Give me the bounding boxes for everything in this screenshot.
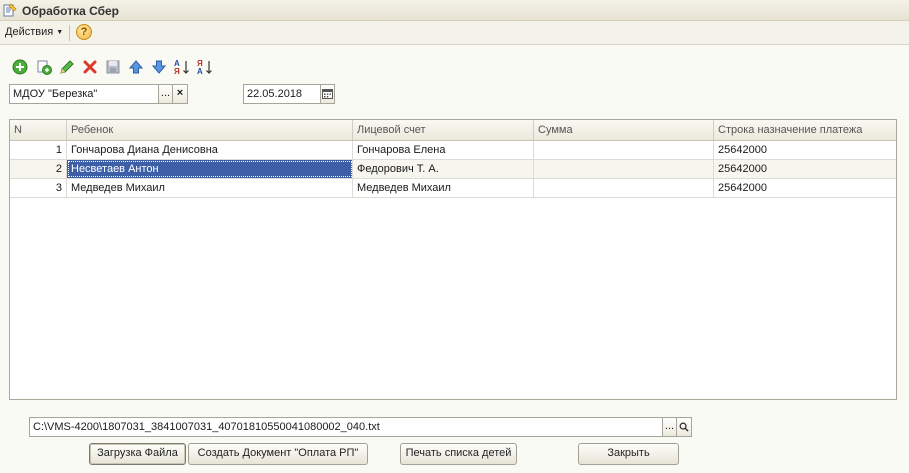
cell-purpose: 25642000: [718, 182, 767, 194]
cell-account: Гончарова Елена: [353, 141, 534, 159]
file-open-button[interactable]: [676, 417, 692, 437]
organization-input[interactable]: МДОУ "Березка": [9, 84, 159, 104]
column-header-purpose[interactable]: Строка назначение платежа: [714, 120, 896, 140]
organization-select-button[interactable]: ...: [158, 84, 173, 104]
sort-desc-icon[interactable]: ЯА: [196, 58, 214, 76]
calendar-button[interactable]: [320, 84, 335, 104]
help-button[interactable]: ?: [76, 24, 92, 40]
table-row-selected[interactable]: 2 Несветаев Антон Федорович Т. А. 256420…: [10, 160, 896, 179]
save-icon[interactable]: [104, 58, 122, 76]
table-row[interactable]: 1 Гончарова Диана Денисовна Гончарова Ел…: [10, 141, 896, 160]
cell-sum: [534, 160, 714, 178]
move-down-icon[interactable]: [150, 58, 168, 76]
table-row[interactable]: 3 Медведев Михаил Медведев Михаил 256420…: [10, 179, 896, 198]
file-select-button[interactable]: ...: [662, 417, 677, 437]
load-file-button[interactable]: Загрузка Файла: [89, 443, 186, 465]
date-input[interactable]: 22.05.2018: [243, 84, 321, 104]
cell-account: Медведев Михаил: [353, 179, 534, 197]
svg-text:Я: Я: [174, 67, 180, 76]
add-icon[interactable]: [11, 58, 29, 76]
file-path-input[interactable]: C:\VMS-4200\1807031_3841007031_407018105…: [29, 417, 663, 437]
column-header-account[interactable]: Лицевой счет: [353, 120, 534, 140]
delete-icon[interactable]: [81, 58, 99, 76]
column-header-sum[interactable]: Сумма: [534, 120, 714, 140]
column-header-n[interactable]: N: [10, 120, 67, 140]
cell-child-selected[interactable]: Несветаев Антон: [67, 160, 353, 178]
move-up-icon[interactable]: [127, 58, 145, 76]
cell-n: 1: [10, 141, 67, 159]
processing-icon: [2, 2, 18, 18]
table-header: N Ребенок Лицевой счет Сумма Строка назн…: [10, 120, 896, 141]
cell-n: 2: [10, 160, 67, 178]
chevron-down-icon: ▼: [56, 28, 64, 36]
print-children-list-button[interactable]: Печать списка детей: [400, 443, 517, 465]
children-table[interactable]: N Ребенок Лицевой счет Сумма Строка назн…: [9, 119, 897, 400]
actions-menu-label: Действия: [5, 26, 54, 38]
cell-n: 3: [10, 179, 67, 197]
cell-child: Гончарова Диана Денисовна: [67, 141, 353, 159]
column-header-child[interactable]: Ребенок: [67, 120, 353, 140]
actions-menu[interactable]: Действия ▼: [5, 26, 63, 38]
sort-asc-icon[interactable]: АЯ: [173, 58, 191, 76]
cell-account: Федорович Т. А.: [353, 160, 534, 178]
title-bar: Обработка Сбер: [0, 0, 909, 21]
cell-purpose: 25642000: [718, 144, 767, 156]
edit-icon[interactable]: [58, 58, 76, 76]
organization-clear-button[interactable]: ×: [172, 84, 188, 104]
search-icon: [679, 422, 689, 432]
copy-icon[interactable]: [35, 58, 53, 76]
menu-separator: [69, 25, 70, 41]
cell-purpose: 25642000: [718, 163, 767, 175]
window-title: Обработка Сбер: [22, 4, 120, 18]
cell-child: Медведев Михаил: [67, 179, 353, 197]
menu-bar: Действия ▼ ?: [0, 21, 909, 45]
cell-sum: [534, 179, 714, 197]
close-button[interactable]: Закрыть: [578, 443, 679, 465]
svg-text:А: А: [197, 67, 203, 76]
create-document-button[interactable]: Создать Документ "Оплата РП": [188, 443, 368, 465]
calendar-icon: [322, 89, 333, 99]
cell-sum: [534, 141, 714, 159]
